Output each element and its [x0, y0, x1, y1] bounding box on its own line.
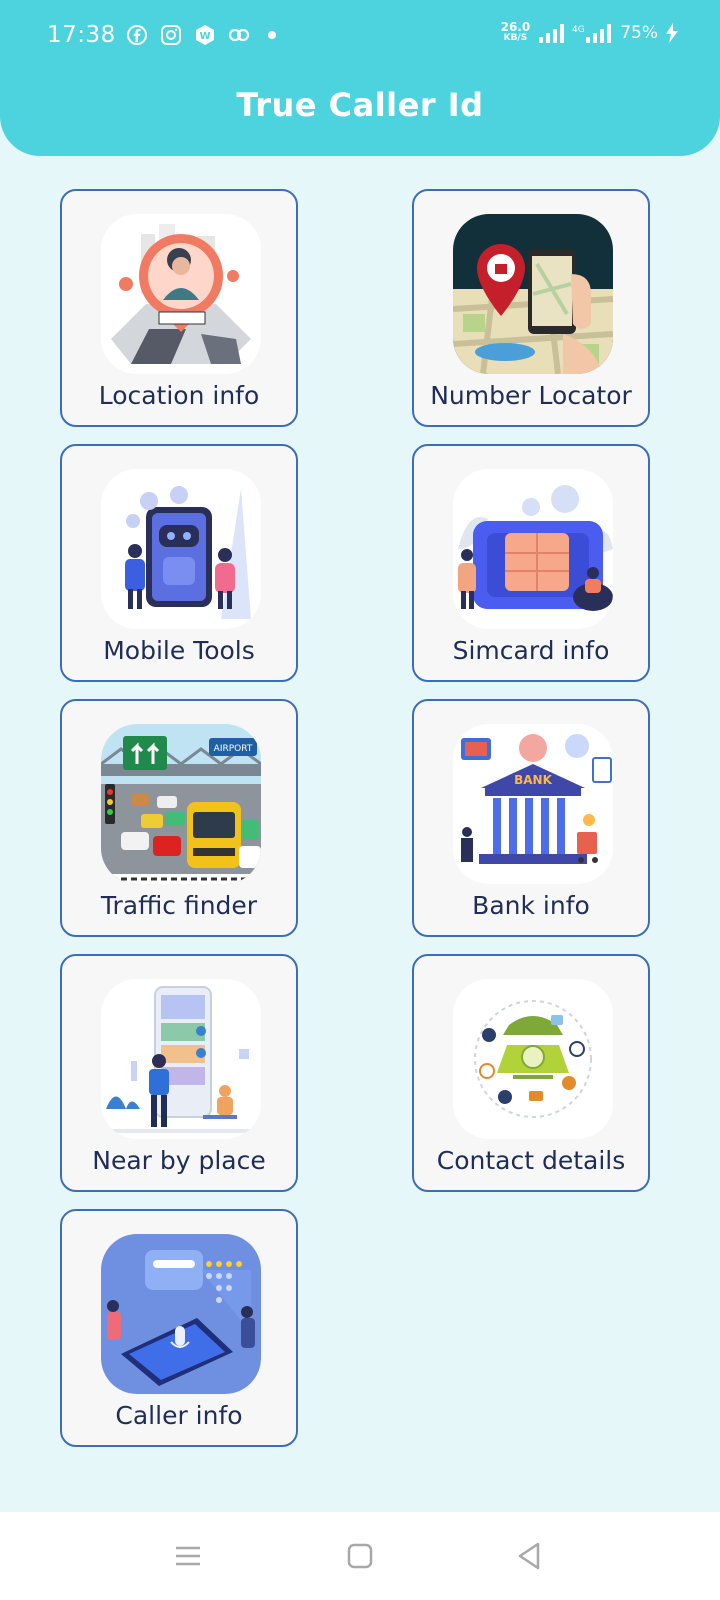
card-label: Number Locator [430, 381, 632, 410]
battery-level: 75% [620, 23, 658, 43]
traffic-finder-image: AIRPORT [101, 724, 261, 884]
svg-text:4G: 4G [572, 25, 585, 35]
card-label: Caller info [115, 1401, 243, 1430]
card-mobile-tools[interactable]: Mobile Tools [60, 444, 298, 682]
back-icon[interactable] [512, 1538, 548, 1574]
card-label: Contact details [436, 1146, 626, 1175]
simcard-info-image [453, 469, 613, 629]
near-by-place-image [101, 979, 261, 1139]
svg-text:BANK: BANK [514, 773, 552, 787]
mobile-tools-image [101, 469, 261, 629]
signal-icon [539, 24, 565, 43]
status-right-icons: 26.0 KB/S 4G 75% [500, 20, 678, 44]
w-badge-icon: W [196, 25, 214, 45]
card-simcard-info[interactable]: Simcard info [412, 444, 650, 682]
location-info-image [101, 214, 261, 374]
status-left-icons: W [126, 24, 276, 46]
charging-icon [666, 23, 678, 43]
card-contact-details[interactable]: Contact details [412, 954, 650, 1192]
system-nav-bar [0, 1512, 720, 1600]
net-speed: 26.0 KB/S [500, 20, 531, 44]
app-title: True Caller Id [236, 86, 484, 124]
svg-text:W: W [199, 31, 210, 42]
card-label: Near by place [92, 1146, 266, 1175]
facebook-icon [127, 25, 147, 45]
bank-info-image: BANK [453, 724, 613, 884]
svg-text:AIRPORT: AIRPORT [214, 744, 253, 754]
card-near-by-place[interactable]: Near by place [60, 954, 298, 1192]
net-speed-unit: KB/S [503, 33, 528, 43]
app-header: 17:38 W 26.0 KB/S 4G 75% True Caller Id [0, 0, 720, 156]
card-label: Simcard info [452, 636, 610, 665]
card-caller-info[interactable]: Caller info [60, 1209, 298, 1447]
caller-info-image [101, 1234, 261, 1394]
card-label: Traffic finder [100, 891, 258, 920]
notification-dot [268, 31, 276, 39]
card-label: Bank info [472, 891, 590, 920]
4g-signal-icon: 4G [572, 24, 612, 43]
instagram-icon [161, 25, 181, 45]
card-number-locator[interactable]: Number Locator [412, 189, 650, 427]
contact-details-image [453, 979, 613, 1139]
number-locator-image [453, 214, 613, 374]
menu-icon[interactable] [170, 1538, 206, 1574]
card-label: Mobile Tools [103, 636, 255, 665]
link-icon [228, 28, 250, 42]
status-time: 17:38 [47, 22, 116, 48]
home-icon[interactable] [342, 1538, 378, 1574]
card-traffic-finder[interactable]: AIRPORT Traffic finder [60, 699, 298, 937]
card-label: Location info [98, 381, 260, 410]
card-bank-info[interactable]: BANK Bank info [412, 699, 650, 937]
net-speed-value: 26.0 [500, 20, 531, 34]
status-bar: 17:38 W 26.0 KB/S 4G 75% [0, 0, 720, 72]
card-location-info[interactable]: Location info [60, 189, 298, 427]
